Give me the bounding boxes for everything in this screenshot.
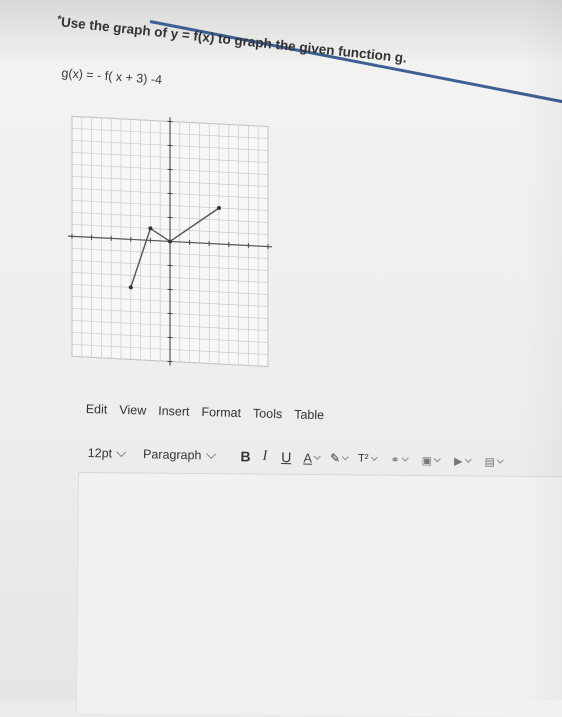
media-icon: ▶ — [454, 454, 463, 467]
font-size-select[interactable]: 12pt — [88, 446, 132, 461]
page: *Use the graph of y = f(x) to graph the … — [0, 0, 562, 700]
superscript-label: T² — [358, 453, 369, 465]
function-expression: g(x) = - f( x + 3) -4 — [61, 66, 162, 87]
bold-button[interactable]: B — [240, 448, 250, 464]
block-format-select[interactable]: Paragraph — [143, 447, 221, 463]
menu-tools[interactable]: Tools — [253, 406, 283, 421]
link-button[interactable]: ⚭ — [380, 453, 411, 467]
edge-shadow — [522, 0, 562, 700]
chevron-down-icon — [206, 449, 216, 459]
chevron-down-icon — [434, 455, 441, 462]
media-button[interactable]: ▶ — [444, 454, 475, 468]
link-icon: ⚭ — [390, 453, 399, 466]
answer-editor[interactable] — [76, 472, 562, 717]
italic-button[interactable]: I — [262, 449, 267, 465]
chevron-down-icon — [117, 447, 127, 457]
editor-toolbar: 12pt Paragraph B I U A ✎ T² ⚭ ▣ — [88, 442, 562, 474]
text-color-label: A — [303, 450, 312, 465]
chevron-down-icon — [497, 457, 504, 464]
image-icon: ▣ — [422, 453, 433, 466]
menu-view[interactable]: View — [119, 403, 146, 418]
document-icon: ▤ — [484, 455, 495, 468]
menu-edit[interactable]: Edit — [86, 402, 108, 417]
graph[interactable] — [66, 106, 278, 377]
chevron-down-icon — [370, 454, 377, 461]
chevron-down-icon — [314, 453, 321, 460]
menu-insert[interactable]: Insert — [158, 404, 190, 419]
menu-format[interactable]: Format — [201, 405, 241, 420]
highlighter-icon: ✎ — [330, 451, 340, 465]
chevron-down-icon — [402, 455, 409, 462]
block-format-value: Paragraph — [143, 447, 202, 462]
image-button[interactable]: ▣ — [412, 453, 445, 467]
underline-button[interactable]: U — [281, 449, 291, 465]
chevron-down-icon — [465, 456, 472, 463]
document-button[interactable]: ▤ — [474, 455, 507, 469]
chevron-down-icon — [342, 453, 349, 460]
font-size-value: 12pt — [88, 446, 113, 461]
superscript-button[interactable]: T² — [352, 453, 381, 466]
editor-menubar: Edit View Insert Format Tools Table — [86, 402, 325, 422]
text-color-button[interactable]: A — [291, 450, 324, 466]
graph-canvas[interactable] — [66, 106, 278, 377]
menu-table[interactable]: Table — [294, 407, 324, 422]
highlight-button[interactable]: ✎ — [324, 451, 352, 466]
